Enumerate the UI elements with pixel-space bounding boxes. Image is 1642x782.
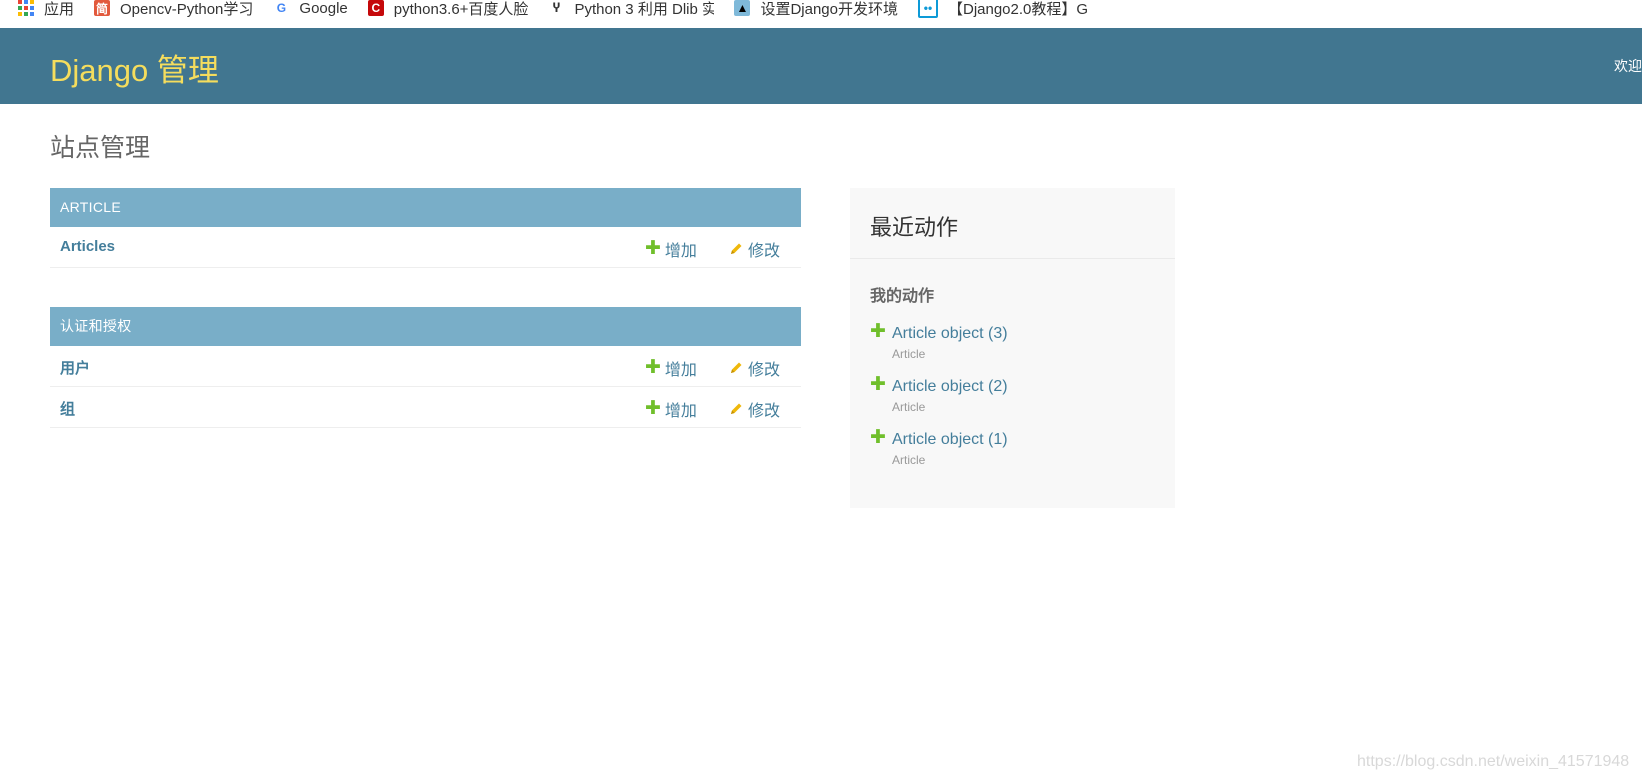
bookmark-csdn[interactable]: C python3.6+百度人脸 (367, 0, 529, 19)
add-icon: ✚ (645, 357, 661, 378)
change-link[interactable]: 修改 (728, 356, 780, 380)
user-tools-welcome: 欢迎 (1614, 58, 1642, 74)
my-actions-title: 我的动作 (870, 288, 935, 305)
jianshu-icon: 简 (94, 0, 111, 16)
bookmark-label: 【Django2.0教程】G (947, 0, 1089, 18)
bookmark-apps[interactable]: 应用 (18, 0, 74, 19)
action-item: ✚ Article object (1) Article (850, 427, 1175, 483)
add-label: 增加 (664, 362, 697, 379)
bookmark-label: Python 3 利用 Dlib 实 (574, 0, 715, 18)
watermark: https://blog.csdn.net/weixin_41571948 (1357, 753, 1630, 770)
csdn-icon: C (367, 0, 384, 16)
model-row-articles: Articles ✚ 增加 修改 (50, 227, 801, 268)
bookmarks-bar: 应用 简 Opencv-Python学习 G Google C python3.… (0, 0, 1642, 29)
recent-actions-title: 最近动作 (850, 188, 1175, 259)
google-icon: G (276, 1, 287, 15)
action-list: ✚ Article object (3) Article ✚ Article o… (850, 321, 1175, 483)
change-link[interactable]: 修改 (728, 397, 780, 421)
module-caption[interactable]: ARTICLE (50, 188, 801, 227)
module-caption[interactable]: 认证和授权 (50, 307, 801, 346)
add-label: 增加 (664, 403, 697, 420)
page-title: 站点管理 (50, 134, 151, 162)
model-link-articles[interactable]: Articles (60, 238, 115, 255)
bookmark-google[interactable]: G Google (273, 0, 348, 17)
apps-icon (18, 0, 34, 16)
pencil-icon (731, 243, 742, 254)
add-icon: ✚ (645, 238, 661, 259)
add-icon: ✚ (870, 321, 886, 342)
module-article: ARTICLE Articles ✚ 增加 修改 (50, 188, 801, 268)
model-link-groups[interactable]: 组 (60, 398, 75, 419)
change-label: 修改 (748, 362, 781, 379)
bookmark-label: Opencv-Python学习 (120, 0, 254, 18)
pencil-icon (731, 362, 742, 373)
admin-header: Django 管理 欢迎 (0, 28, 1642, 104)
recent-actions-panel: 最近动作 我的动作 ✚ Article object (3) Article ✚… (850, 188, 1175, 508)
change-label: 修改 (748, 403, 781, 420)
add-link[interactable]: ✚ 增加 (645, 397, 697, 421)
add-link[interactable]: ✚ 增加 (645, 237, 697, 261)
change-link[interactable]: 修改 (728, 237, 780, 261)
add-icon: ✚ (870, 427, 886, 448)
action-content-type: Article (892, 400, 926, 414)
model-link-users[interactable]: 用户 (60, 357, 90, 378)
add-label: 增加 (664, 243, 697, 260)
bookmark-dlib[interactable]: Ⴤ Python 3 利用 Dlib 实 (548, 0, 715, 19)
add-icon: ✚ (645, 398, 661, 419)
bookmark-label: 设置Django开发环境 (760, 0, 898, 18)
bookmark-django-env[interactable]: ▲ 设置Django开发环境 (734, 0, 898, 19)
action-content-type: Article (892, 453, 926, 467)
add-link[interactable]: ✚ 增加 (645, 356, 697, 380)
bookmark-label: python3.6+百度人脸 (393, 0, 529, 18)
bookmark-django-tutorial[interactable]: •• 【Django2.0教程】G (917, 0, 1089, 19)
action-content-type: Article (892, 347, 926, 361)
bookmark-label: 应用 (44, 0, 75, 18)
module-auth: 认证和授权 用户 ✚ 增加 修改 组 ✚ 增加 修改 (50, 307, 801, 428)
add-icon: ✚ (870, 374, 886, 395)
model-row-groups: 组 ✚ 增加 修改 (50, 387, 801, 428)
bilibili-icon: •• (917, 0, 938, 18)
django-bookmark-icon: ▲ (734, 0, 751, 16)
bookmark-label: Google (299, 0, 348, 17)
action-object-link[interactable]: Article object (2) (892, 377, 1175, 397)
action-item: ✚ Article object (2) Article (850, 374, 1175, 430)
site-branding[interactable]: Django 管理 (50, 45, 219, 90)
action-object-link[interactable]: Article object (1) (892, 430, 1175, 450)
model-row-users: 用户 ✚ 增加 修改 (50, 346, 801, 387)
action-object-link[interactable]: Article object (3) (892, 324, 1175, 344)
action-item: ✚ Article object (3) Article (850, 321, 1175, 377)
dlib-icon: Ⴤ (552, 1, 560, 15)
change-label: 修改 (748, 243, 781, 260)
bookmark-opencv[interactable]: 简 Opencv-Python学习 (94, 0, 253, 19)
pencil-icon (731, 403, 742, 414)
